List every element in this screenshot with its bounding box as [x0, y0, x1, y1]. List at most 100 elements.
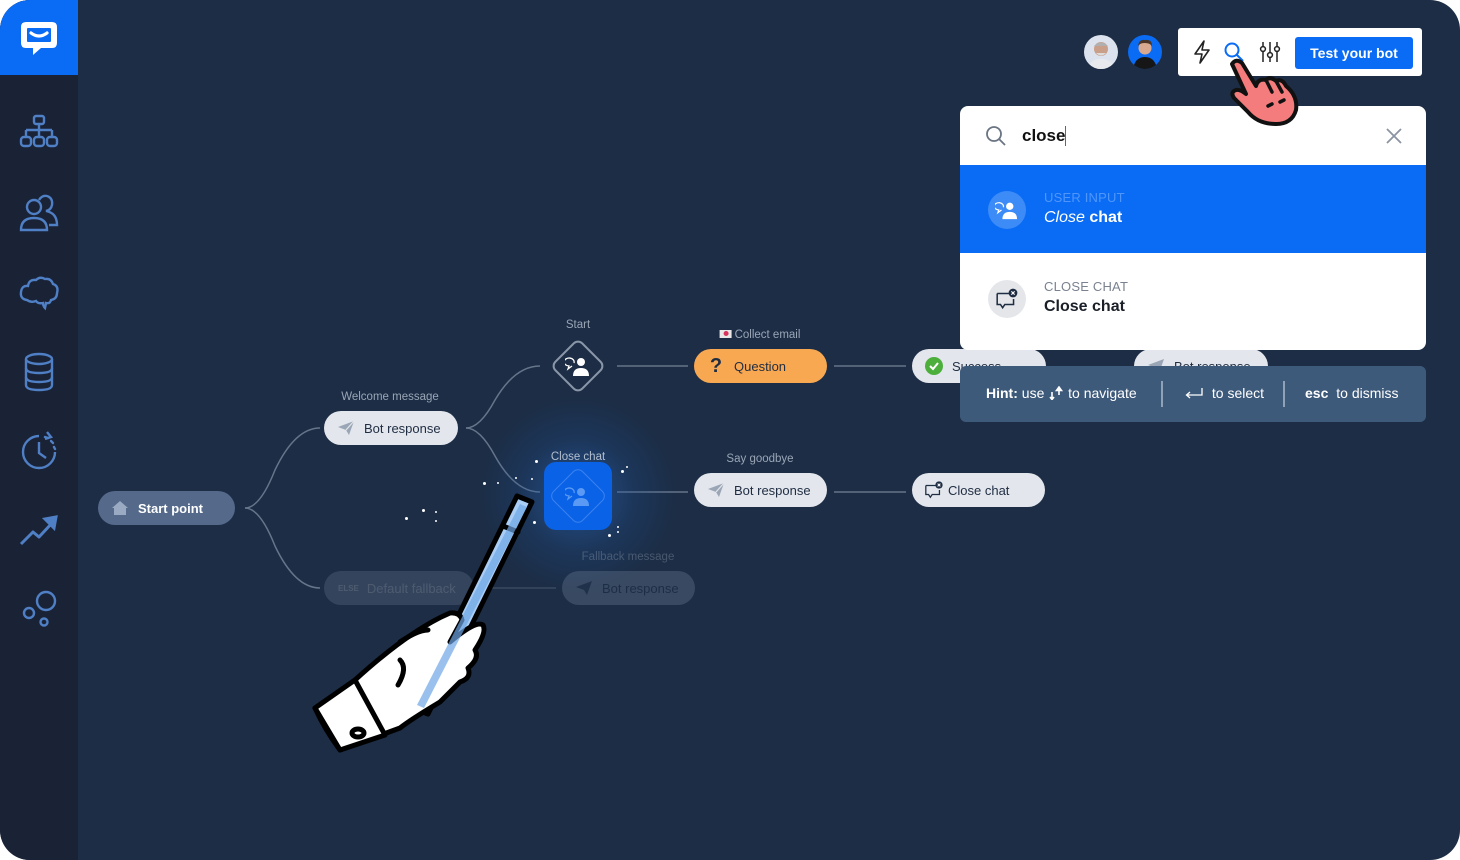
text-cursor [1065, 126, 1066, 146]
sparkle [621, 470, 624, 473]
search-input[interactable] [1022, 122, 1362, 150]
welcome-message-label: Welcome message [341, 391, 439, 403]
start-point-label: Start point [138, 500, 203, 516]
result-title: Close chat [1044, 209, 1122, 227]
clock-history-icon [21, 431, 57, 470]
arrows-up-down-icon [1049, 385, 1064, 401]
edge-start-welcome [244, 427, 321, 509]
sidebar-item-reports[interactable] [15, 506, 63, 554]
bubbles-icon [22, 590, 57, 627]
person-avatar-icon [1088, 42, 1114, 69]
sparkle [617, 531, 619, 533]
divider [1283, 381, 1285, 407]
settings-button[interactable] [1256, 38, 1284, 66]
sparkle [515, 477, 517, 479]
sparkle [435, 520, 437, 522]
question-node[interactable]: ? Question [694, 349, 827, 383]
send-icon [336, 418, 356, 438]
sparkle [435, 511, 437, 513]
sparkle [405, 517, 408, 520]
start-label: Start [565, 319, 591, 331]
sparkle [422, 509, 425, 512]
sidebar-item-flows[interactable] [15, 108, 63, 156]
hint-label: Hint: [986, 385, 1018, 401]
else-tag: ELSE [338, 583, 359, 593]
close-chat-icon [988, 280, 1026, 318]
hint-dismiss: esc to dismiss [1305, 385, 1398, 401]
sparkle [531, 478, 533, 480]
default-fallback-node[interactable]: ELSE Default fallback [324, 571, 474, 605]
search-icon [986, 126, 1006, 146]
sidebar-item-data[interactable] [15, 348, 63, 396]
goodbye-bot-response-node[interactable]: Bot response [694, 473, 827, 507]
fallback-message-label: Fallback message [581, 551, 675, 563]
search-icon [1224, 42, 1244, 62]
sidebar [0, 0, 78, 860]
search-result-close-chat[interactable]: CLOSE CHAT Close chat [960, 254, 1426, 342]
close-chat-node[interactable]: Close chat [912, 473, 1045, 507]
node-text: Close chat [948, 482, 1010, 498]
sidebar-item-training[interactable] [15, 268, 63, 316]
node-text: Bot response [602, 580, 679, 596]
lightning-icon [1194, 40, 1210, 64]
result-type: USER INPUT [1044, 190, 1125, 205]
close-icon [1386, 128, 1402, 144]
search-button[interactable] [1220, 38, 1248, 66]
keyboard-hint-bar: Hint: use to navigate to select esc to d… [960, 366, 1426, 422]
result-title: Close chat [1044, 298, 1125, 315]
search-row [960, 106, 1426, 164]
user-input-icon [565, 487, 589, 506]
hint-text: use [1021, 385, 1045, 401]
sitemap-icon [19, 114, 59, 148]
user-input-icon [565, 357, 589, 376]
collect-email-label: Collect email [719, 329, 801, 341]
result-type: CLOSE CHAT [1044, 279, 1129, 294]
test-your-bot-button[interactable]: Test your bot [1295, 37, 1413, 69]
sliders-icon [1259, 42, 1281, 62]
avatar-collaborator-2[interactable] [1128, 35, 1162, 69]
node-text: Bot response [734, 482, 811, 498]
logo[interactable] [0, 0, 78, 75]
user-input-icon [988, 191, 1026, 229]
home-icon [110, 498, 130, 518]
sidebar-item-users[interactable] [15, 190, 63, 238]
fallback-bot-response-node[interactable]: Bot response [562, 571, 695, 605]
envelope-heart-icon [719, 330, 732, 338]
hint-navigate: Hint: use to navigate [986, 385, 1137, 401]
database-icon [24, 352, 54, 392]
start-point-node[interactable]: Start point [98, 491, 235, 525]
send-icon [574, 578, 594, 598]
hint-text: to select [1211, 385, 1265, 401]
users-icon [19, 194, 59, 232]
sparkle [483, 482, 486, 485]
hint-text: to dismiss [1336, 385, 1399, 401]
title-rest: chat [1084, 209, 1123, 226]
avatar-collaborator-1[interactable] [1084, 35, 1118, 69]
lightning-button[interactable] [1188, 38, 1216, 66]
check-circle-icon [924, 356, 944, 376]
sidebar-item-integrations[interactable] [15, 584, 63, 632]
say-goodbye-label: Say goodbye [726, 453, 794, 465]
divider [1161, 381, 1163, 407]
collect-email-text: Collect email [734, 329, 801, 341]
close-chat-user-input-node-selected[interactable] [544, 462, 612, 530]
person-avatar-icon [1133, 39, 1157, 69]
start-user-input-node[interactable] [548, 336, 608, 396]
edge-start-fallback [244, 507, 321, 589]
hint-text: to navigate [1068, 385, 1137, 401]
sparkle [535, 460, 538, 463]
clear-search-button[interactable] [1384, 126, 1404, 146]
close-chat-icon [924, 480, 944, 500]
sparkle [626, 466, 628, 468]
hint-select: to select [1184, 385, 1264, 401]
sidebar-item-history[interactable] [15, 428, 63, 476]
trending-up-icon [19, 515, 58, 546]
node-text: Bot response [364, 420, 441, 436]
search-result-user-input[interactable]: USER INPUT Close chat [960, 165, 1426, 253]
app-window: Start point Welcome message Bot response… [0, 0, 1460, 860]
matched-text: Close [1044, 209, 1085, 226]
sparkle [497, 482, 499, 484]
welcome-bot-response-node[interactable]: Bot response [324, 411, 458, 445]
node-text: Default fallback [366, 580, 456, 596]
node-text: Question [734, 358, 787, 374]
